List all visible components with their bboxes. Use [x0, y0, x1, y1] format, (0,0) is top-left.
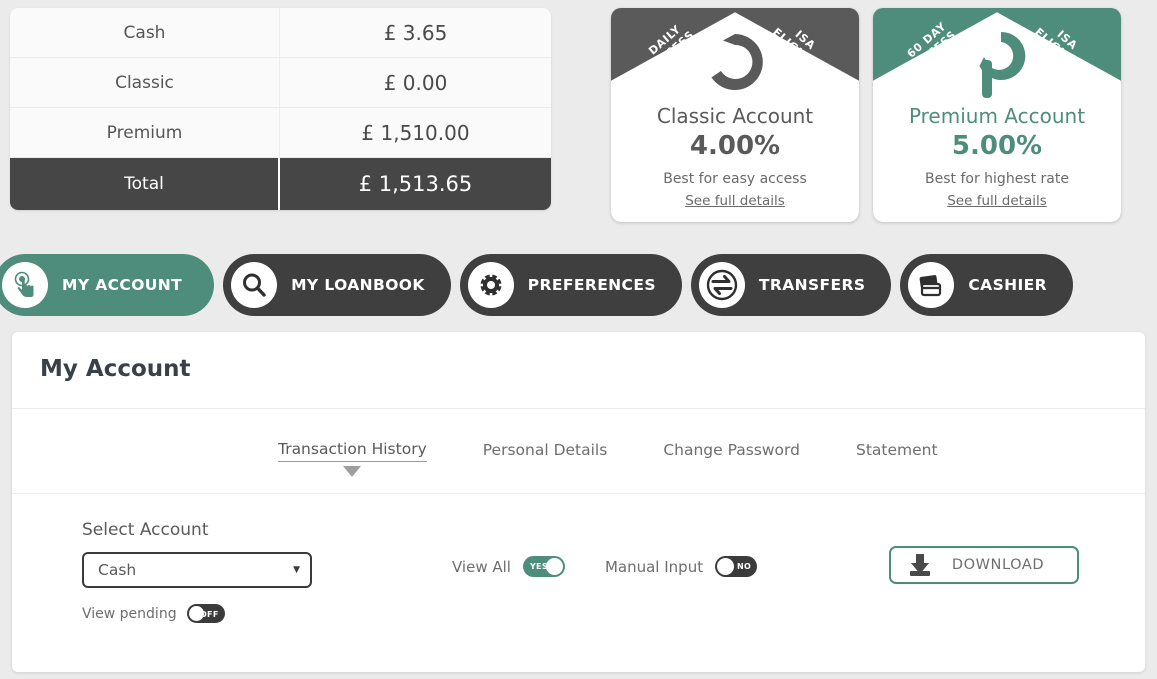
sub-tab-bar: Transaction History Personal Details Cha… [12, 408, 1145, 494]
content-panel: My Account Transaction History Personal … [12, 332, 1145, 672]
select-account-value: Cash [98, 561, 137, 579]
nav-label: PREFERENCES [527, 276, 656, 294]
classic-card-text: Classic Account 4.00% Best for easy acce… [611, 104, 859, 209]
toggle-knob [545, 558, 563, 575]
view-all-label: View All [452, 557, 511, 576]
magnifier-icon [231, 262, 278, 308]
classic-c-logo [611, 26, 859, 98]
credit-cards-icon [908, 262, 955, 308]
balance-label: Cash [10, 8, 280, 57]
manual-input-toggle[interactable]: NO [715, 556, 758, 577]
transfer-arrows-icon [698, 262, 745, 308]
nav-cashier[interactable]: CASHIER [900, 254, 1074, 316]
card-name: Premium Account [908, 104, 1086, 128]
download-label: DOWNLOAD [951, 557, 1045, 573]
view-pending-toggle[interactable]: OFF [186, 604, 225, 623]
view-all-toggle[interactable]: YES [522, 556, 565, 577]
select-account-dropdown[interactable]: Cash ▼ [82, 552, 312, 588]
chevron-down-icon: ▼ [293, 565, 300, 575]
balance-value: £ 3.65 [383, 20, 448, 45]
view-pending-row: View pending OFF [82, 604, 1145, 623]
summary-row: Cash £ 3.65 Classic £ 0.00 Premium £ 1,5… [0, 0, 1157, 222]
card-subtitle: Best for easy access [663, 171, 807, 187]
toggle-state-text: OFF [199, 610, 219, 619]
card-name: Classic Account [656, 104, 814, 128]
premium-p-logo [873, 26, 1121, 104]
table-row: Classic £ 0.00 [10, 58, 551, 108]
toggle-state-text: NO [736, 562, 752, 571]
balance-value: £ 1,510.00 [361, 120, 470, 145]
view-options: View All YES Manual Input NO [452, 556, 758, 577]
total-value: £ 1,513.65 [358, 172, 473, 196]
filter-controls: Select Account Cash ▼ View pending OFF V… [12, 494, 1145, 644]
tab-transaction-history[interactable]: Transaction History [278, 440, 427, 462]
select-account-label: Select Account [82, 520, 209, 540]
nav-preferences[interactable]: PREFERENCES [459, 254, 682, 316]
premium-account-card[interactable]: 60 DAY ACCESS ISA ELIGIBLE Premium Account… [873, 8, 1121, 222]
nav-my-loanbook[interactable]: MY LOANBOOK [223, 254, 451, 316]
balance-value: £ 0.00 [383, 70, 448, 95]
nav-label: CASHIER [968, 276, 1048, 294]
see-full-details-link[interactable]: See full details [947, 193, 1047, 209]
table-row: Cash £ 3.65 [10, 8, 551, 58]
toggle-knob [717, 558, 735, 575]
main-navigation: MY ACCOUNT MY LOANBOOK PREFERENCES TRANS… [0, 254, 1157, 316]
nav-transfers[interactable]: TRANSFERS [690, 254, 892, 316]
nav-label: MY ACCOUNT [62, 276, 183, 294]
download-button[interactable]: DOWNLOAD [889, 546, 1079, 584]
card-rate: 4.00% [689, 131, 781, 161]
table-row: Premium £ 1,510.00 [10, 108, 551, 158]
page-title: My Account [40, 356, 191, 382]
card-subtitle: Best for highest rate [925, 171, 1069, 187]
tab-personal-details[interactable]: Personal Details [483, 441, 608, 462]
product-cards: DAILY ACCESS ISA ELIGIBLE Classic Account … [611, 8, 1121, 222]
balance-table: Cash £ 3.65 Classic £ 0.00 Premium £ 1,5… [10, 8, 551, 210]
nav-label: TRANSFERS [758, 276, 866, 294]
premium-card-text: Premium Account 5.00% Best for highest r… [873, 104, 1121, 209]
balance-label: Classic [10, 58, 280, 107]
tab-change-password[interactable]: Change Password [663, 441, 800, 462]
download-icon [907, 553, 933, 577]
manual-input-label: Manual Input [604, 557, 704, 576]
toggle-state-text: YES [529, 562, 548, 571]
see-full-details-link[interactable]: See full details [685, 193, 785, 209]
table-row-total: Total £ 1,513.65 [10, 158, 551, 210]
classic-account-card[interactable]: DAILY ACCESS ISA ELIGIBLE Classic Account … [611, 8, 859, 222]
total-label: Total [10, 158, 280, 210]
view-pending-label: View pending [82, 605, 177, 622]
card-rate: 5.00% [951, 131, 1043, 161]
nav-my-account[interactable]: MY ACCOUNT [0, 254, 215, 316]
balance-label: Premium [10, 108, 280, 157]
app-root: Cash £ 3.65 Classic £ 0.00 Premium £ 1,5… [0, 0, 1157, 679]
nav-label: MY LOANBOOK [291, 276, 425, 294]
hand-tap-icon [2, 262, 48, 308]
gear-icon [467, 262, 514, 308]
tab-statement[interactable]: Statement [856, 441, 938, 462]
